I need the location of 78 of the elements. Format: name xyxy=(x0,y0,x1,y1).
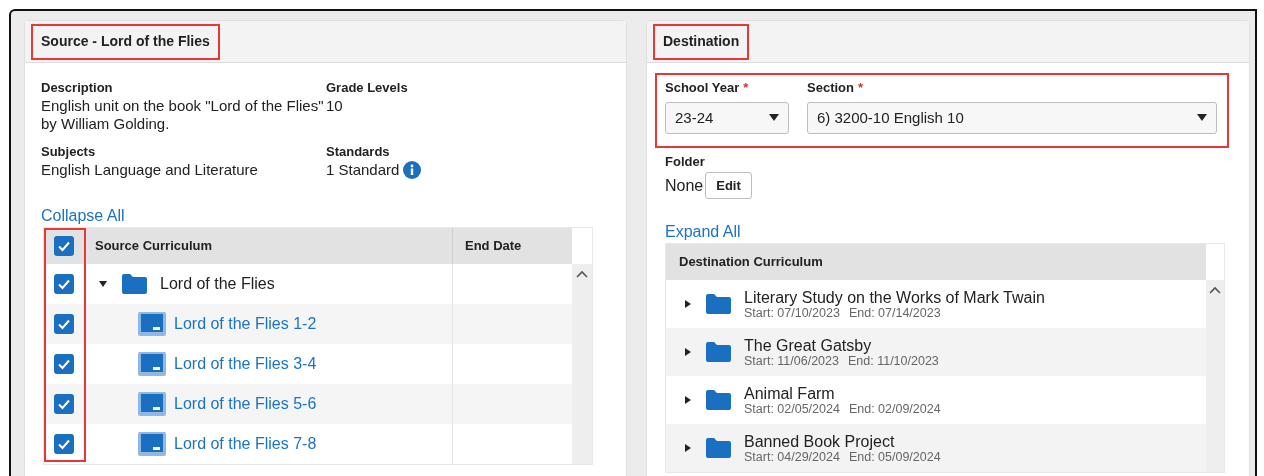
chevron-up-icon[interactable] xyxy=(576,270,588,278)
field-label: School Year xyxy=(665,79,740,98)
checkbox[interactable] xyxy=(54,354,74,374)
folder-icon xyxy=(704,437,732,459)
scrollbar[interactable] xyxy=(572,264,592,464)
lesson-icon xyxy=(137,351,167,377)
column-header: Source Curriculum xyxy=(84,228,452,264)
curriculum-title: Literary Study on the Works of Mark Twain xyxy=(744,288,1045,306)
lesson-link[interactable]: Lord of the Flies 5-6 xyxy=(174,392,317,416)
folder-name: Lord of the Flies xyxy=(160,274,275,294)
collapse-all-link[interactable]: Collapse All xyxy=(41,207,125,225)
field-label: Standards xyxy=(326,143,391,161)
dropdown-caret-icon xyxy=(1197,114,1207,122)
check-icon xyxy=(57,277,71,291)
checkbox[interactable] xyxy=(54,434,74,454)
lesson-link[interactable]: Lord of the Flies 1-2 xyxy=(174,312,317,336)
field-label: Description xyxy=(41,79,114,97)
column-header: End Date xyxy=(452,228,572,264)
lesson-icon xyxy=(137,311,167,337)
curriculum-title: The Great Gatsby xyxy=(744,336,873,354)
dropdown-caret-icon xyxy=(769,114,779,122)
check-icon xyxy=(57,239,71,253)
field-value: 1 Standard xyxy=(326,161,400,179)
checkbox[interactable] xyxy=(54,394,74,414)
column-header: Destination Curriculum xyxy=(666,244,1206,280)
start-date: Start: 07/10/2023 xyxy=(744,305,840,320)
check-icon xyxy=(57,357,71,371)
end-date: End: 02/09/2024 xyxy=(848,401,941,416)
tree-row[interactable]: Lord of the Flies 5-6 xyxy=(44,384,572,424)
caret-right-icon[interactable] xyxy=(683,299,693,309)
info-icon[interactable] xyxy=(403,161,422,179)
curriculum-title: Banned Book Project xyxy=(744,432,896,450)
field-value: English unit on the book "Lord of the Flies" by William Golding. xyxy=(41,97,325,133)
checkbox[interactable] xyxy=(54,314,74,334)
field-value: None xyxy=(665,175,704,196)
tree-row[interactable]: Lord of the Flies 1-2 xyxy=(44,304,572,344)
check-icon xyxy=(57,437,71,451)
panel-title: Source - Lord of the Flies xyxy=(31,23,220,60)
caret-right-icon[interactable] xyxy=(683,443,693,453)
edit-button[interactable]: Edit xyxy=(705,172,752,199)
check-icon xyxy=(57,397,71,411)
curriculum-row[interactable]: The Great Gatsby Start: 11/06/2023 End: 11/10/2023 xyxy=(666,328,1206,376)
end-date: End: 11/10/2023 xyxy=(848,353,939,368)
checkbox[interactable] xyxy=(54,236,74,256)
end-date: End: 07/14/2023 xyxy=(848,305,941,320)
required-mark: * xyxy=(857,79,864,98)
curriculum-title: Animal Farm xyxy=(744,384,836,402)
scrollbar[interactable] xyxy=(1206,280,1224,472)
field-label: Subjects xyxy=(41,143,97,161)
select-field[interactable]: 23-24 xyxy=(665,102,789,134)
caret-down-icon[interactable] xyxy=(98,279,108,289)
expand-all-link[interactable]: Expand All xyxy=(665,223,741,241)
field-label: Section xyxy=(807,79,854,98)
caret-right-icon[interactable] xyxy=(683,347,693,357)
folder-icon xyxy=(120,273,148,295)
field-value: English Language and Literature xyxy=(41,161,258,179)
folder-icon xyxy=(704,389,732,411)
start-date: Start: 02/05/2024 xyxy=(744,401,840,416)
select-field[interactable]: 6) 3200-10 English 10 xyxy=(807,102,1217,134)
field-value: 10 xyxy=(326,97,343,115)
folder-icon xyxy=(704,293,732,315)
curriculum-row[interactable]: Banned Book Project Start: 04/29/2024 End: 05/09/2024 xyxy=(666,424,1206,472)
caret-right-icon[interactable] xyxy=(683,395,693,405)
field-label: Grade Levels xyxy=(326,79,409,97)
lesson-link[interactable]: Lord of the Flies 3-4 xyxy=(174,352,317,376)
check-icon xyxy=(57,317,71,331)
field-label: Folder xyxy=(665,154,706,170)
lesson-icon xyxy=(137,431,167,457)
checkbox[interactable] xyxy=(54,274,74,294)
chevron-up-icon[interactable] xyxy=(1209,286,1221,294)
start-date: Start: 11/06/2023 xyxy=(744,353,839,368)
required-mark: * xyxy=(743,79,749,98)
start-date: Start: 04/29/2024 xyxy=(744,449,840,464)
lesson-icon xyxy=(137,391,167,417)
end-date: End: 05/09/2024 xyxy=(848,449,941,464)
folder-icon xyxy=(704,341,732,363)
lesson-link[interactable]: Lord of the Flies 7-8 xyxy=(174,432,317,456)
panel-title: Destination xyxy=(653,23,750,60)
